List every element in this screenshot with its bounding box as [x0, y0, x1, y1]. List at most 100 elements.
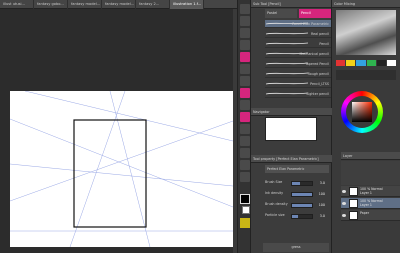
app-window: illust utusi... fantasy gobo... fantasy … [0, 0, 400, 253]
navigator-header: Navigator [251, 108, 332, 116]
text-tool-icon[interactable] [240, 124, 250, 134]
brush-item[interactable]: Pencil_LTSS [265, 80, 331, 88]
selection-tool-icon[interactable] [240, 28, 250, 38]
prop-label: Brush density [265, 202, 288, 206]
document-tab-active[interactable]: illustration 1.f... [170, 0, 204, 9]
prop-value: 3.0 [319, 214, 325, 218]
zoom-tool-icon[interactable] [240, 4, 250, 14]
brush-name: Pencil [319, 42, 329, 46]
canvas-drawing[interactable] [10, 91, 233, 247]
tool-property-brush-name: Perfect Elan Parametric [265, 165, 329, 173]
shape-tool-icon[interactable] [240, 160, 250, 170]
brush-tool-icon[interactable] [240, 64, 250, 74]
correct-line-tool-icon[interactable] [240, 172, 250, 182]
brush-size-slider[interactable] [291, 181, 313, 186]
brush-item[interactable]: Rough pencil [265, 70, 331, 78]
brush-item[interactable]: Tapered Pencil [265, 60, 331, 68]
prop-row-brush-density[interactable]: Brush density 100 [265, 202, 329, 209]
color-swatch[interactable] [346, 60, 356, 66]
airbrush-tool-icon[interactable] [240, 76, 250, 86]
tool-palette [237, 0, 251, 253]
layer-thumbnail [349, 187, 358, 196]
color-mixing-tools [336, 70, 396, 80]
document-tab[interactable]: illust utusi... [0, 0, 34, 9]
prop-value: 100 [318, 203, 325, 207]
brush-stroke-preview [266, 82, 308, 85]
tool-property-header: Tool property [Perfect Elan Parametric] [251, 155, 332, 163]
particle-size-slider[interactable] [291, 214, 313, 219]
brush-name: Pencil_LTSS [310, 82, 329, 86]
brush-name: Pencil Elan Parametric [292, 22, 329, 26]
perspective-guides [10, 91, 233, 247]
layer-row[interactable]: 100 % Normal Layer 1 [341, 186, 400, 197]
prop-row-brush-size[interactable]: Brush Size 3.0 [265, 180, 329, 187]
tab-pencil[interactable]: Pencil [299, 9, 331, 18]
color-swatch-row [336, 60, 397, 66]
gradient-tool-icon[interactable] [240, 112, 250, 122]
layer-header: Layer [341, 152, 400, 160]
prop-row-particle-size[interactable]: Particle size 3.0 [265, 213, 329, 220]
prop-label: Brush Size [265, 180, 283, 184]
sub-tool-header: Sub Tool [Pencil] [251, 0, 331, 8]
color-mixing-header: Color Mixing [332, 0, 400, 8]
navigator-preview[interactable] [265, 117, 317, 141]
brush-name: Rough pencil [307, 72, 329, 76]
brush-name: Lighter pencil [306, 92, 329, 96]
main-color-swatch[interactable] [240, 194, 250, 204]
color-swatch[interactable] [376, 60, 386, 66]
ruler-tool-icon[interactable] [240, 136, 250, 146]
layer-controls [341, 161, 400, 185]
brush-name: Tapered Pencil [305, 62, 329, 66]
tool-property-label: Tool property [Perfect Elan Parametric] [253, 156, 319, 161]
document-tab[interactable]: fantasy model... [68, 0, 102, 9]
eyedropper-tool-icon[interactable] [240, 40, 250, 50]
document-tab[interactable]: fantasy model... [102, 0, 136, 9]
color-swatch[interactable] [356, 60, 366, 66]
document-tab[interactable]: fantasy 2... [136, 0, 170, 9]
color-swatch[interactable] [386, 60, 397, 66]
brush-stroke-preview [266, 32, 308, 35]
layer-sub: Layer 1 [360, 191, 372, 195]
color-swatch[interactable] [366, 60, 376, 66]
pen-tool-icon[interactable] [240, 52, 250, 62]
move-tool-icon[interactable] [240, 16, 250, 26]
brush-density-slider[interactable] [291, 203, 313, 208]
bottom-gress-label[interactable]: gress [263, 243, 329, 252]
sub-color-swatch[interactable] [242, 206, 250, 214]
brush-item[interactable]: Pencil [265, 40, 331, 48]
eraser-tool-icon[interactable] [240, 88, 250, 98]
fill-tool-icon[interactable] [240, 100, 250, 110]
document-tab-bar: illust utusi... fantasy gobo... fantasy … [0, 0, 237, 9]
eye-icon[interactable] [342, 202, 346, 205]
prop-value: 100 [318, 192, 325, 196]
tab-pastel[interactable]: Pastel [265, 9, 297, 18]
brush-item[interactable]: Mechanical pencil [265, 50, 331, 58]
eye-icon[interactable] [342, 214, 346, 217]
color-swatch[interactable] [336, 60, 346, 66]
brush-item[interactable]: Real pencil [265, 30, 331, 38]
layer-row[interactable]: Paper [341, 210, 400, 221]
eye-icon[interactable] [342, 190, 346, 193]
prop-row-ink-density[interactable]: Ink density 100 [265, 191, 329, 198]
document-tab[interactable]: fantasy gobo... [34, 0, 68, 9]
brush-stroke-preview [266, 92, 308, 95]
brush-name: Real pencil [310, 32, 329, 36]
color-mixing-label: Color Mixing [334, 1, 356, 6]
layer-name: Paper [360, 211, 370, 215]
brush-item[interactable]: Lighter pencil [265, 90, 331, 98]
brush-name: Mechanical pencil [299, 52, 329, 56]
transparent-color-swatch[interactable] [240, 218, 250, 228]
ink-density-slider[interactable] [291, 192, 313, 197]
brush-stroke-preview [266, 42, 308, 45]
layer-header-label: Layer [343, 153, 353, 158]
sub-tool-header-label: Sub Tool [Pencil] [253, 1, 281, 6]
prop-label: Ink density [265, 191, 284, 195]
layer-row[interactable]: 100 % Normal Layer 1 [341, 198, 400, 209]
brush-item[interactable]: Pencil Elan Parametric [265, 20, 331, 28]
frame-tool-icon[interactable] [240, 148, 250, 158]
saturation-value-square[interactable] [352, 102, 372, 122]
sub-tool-tabs: Pastel Pencil [265, 9, 331, 18]
color-mixing-canvas[interactable] [336, 10, 396, 55]
drawn-rectangle [73, 119, 147, 228]
prop-label: Particle size [265, 213, 285, 217]
